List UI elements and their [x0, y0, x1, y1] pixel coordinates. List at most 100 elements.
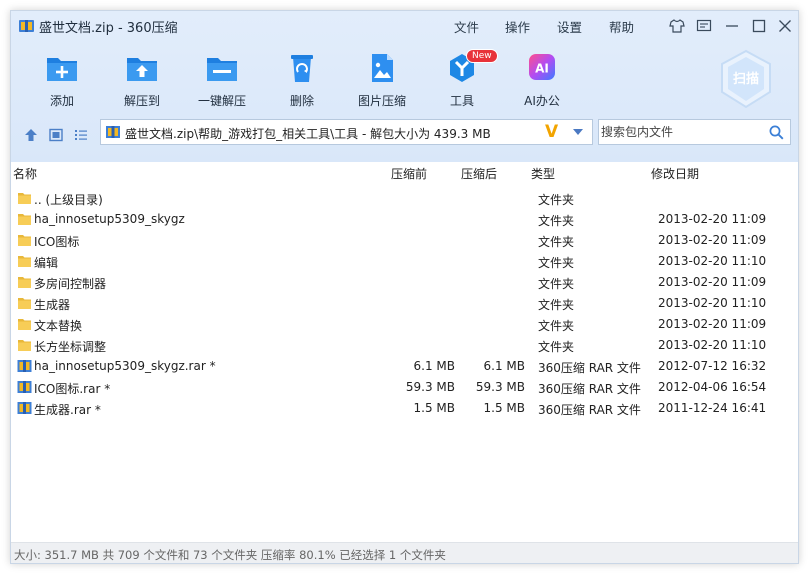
file-name: ha_innosetup5309_skygz — [34, 212, 185, 226]
col-name-header[interactable]: 名称 — [13, 165, 37, 182]
ai-office-button[interactable]: AI AI办公 — [512, 51, 572, 109]
file-name: .. (上级目录) — [34, 193, 103, 207]
one-click-extract-label: 一键解压 — [197, 94, 246, 108]
status-bar: 大小: 351.7 MB 共 709 个文件和 73 个文件夹 压缩率 80.1… — [11, 542, 798, 563]
file-row[interactable]: .. (上级目录) 文件夹 — [11, 188, 798, 209]
add-folder-icon — [47, 58, 77, 81]
file-size-before: 6.1 MB — [413, 359, 455, 373]
file-type: 文件夹 — [538, 235, 575, 249]
path-dropdown-icon[interactable] — [573, 129, 583, 135]
file-date: 2013-02-20 11:09 — [658, 317, 767, 331]
col-date-header[interactable]: 修改日期 — [651, 165, 699, 182]
one-click-extract-icon — [207, 58, 237, 81]
path-text: 盛世文档.zip\帮助_游戏打包_相关工具\工具 - 解包大小为 439.3 M… — [125, 127, 491, 141]
maximize-icon[interactable] — [750, 17, 768, 35]
file-row[interactable]: ha_innosetup5309_skygz.rar * 6.1 MB 6.1 MB… — [11, 356, 798, 377]
ai-icon: AI — [529, 54, 555, 80]
tools-button[interactable]: New 工具 — [432, 49, 498, 109]
file-date: 2013-02-20 11:10 — [658, 296, 767, 310]
file-name: 生成器.rar * — [34, 403, 101, 417]
menu-file[interactable]: 文件 — [454, 17, 479, 36]
file-size-before: 59.3 MB — [405, 380, 455, 394]
header-area: 盛世文档.zip - 360压缩 文件 操作 设置 帮助 添加 解压到 一键解压… — [11, 11, 798, 162]
menu-settings[interactable]: 设置 — [557, 17, 582, 36]
file-row[interactable]: 生成器 文件夹 2013-02-20 11:10 — [11, 293, 798, 314]
col-type-header[interactable]: 类型 — [531, 165, 555, 182]
file-date: 2012-04-06 16:54 — [658, 380, 767, 394]
file-name: ha_innosetup5309_skygz.rar * — [34, 359, 216, 373]
file-type: 文件夹 — [538, 319, 575, 333]
folder-icon — [18, 340, 31, 351]
file-name: 生成器 — [34, 298, 71, 312]
search-input[interactable] — [601, 122, 761, 142]
file-date: 2013-02-20 11:10 — [658, 338, 767, 352]
file-date: 2013-02-20 11:09 — [658, 233, 767, 247]
scan-label: 扫描 — [733, 71, 759, 87]
delete-button[interactable]: 删除 — [272, 51, 332, 109]
add-button[interactable]: 添加 — [32, 51, 92, 109]
col-before-header[interactable]: 压缩前 — [391, 165, 427, 182]
feedback-icon[interactable] — [695, 17, 713, 35]
status-text: 大小: 351.7 MB 共 709 个文件和 73 个文件夹 压缩率 80.1… — [14, 548, 446, 562]
file-name: ICO图标.rar * — [34, 382, 111, 396]
rar-archive-icon — [17, 381, 32, 393]
thumbnail-view-icon[interactable] — [48, 127, 64, 143]
title-bar: 盛世文档.zip - 360压缩 文件 操作 设置 帮助 — [11, 11, 798, 41]
file-date: 2013-02-20 11:09 — [658, 212, 767, 226]
skin-icon[interactable] — [668, 17, 686, 35]
folder-icon — [18, 193, 31, 204]
file-row[interactable]: ICO图标.rar * 59.3 MB 59.3 MB 360压缩 RAR 文件 201… — [11, 377, 798, 398]
file-name: 长方坐标调整 — [34, 340, 107, 354]
col-after-header[interactable]: 压缩后 — [461, 165, 497, 182]
minimize-icon[interactable] — [723, 17, 741, 35]
file-row[interactable]: 文本替换 文件夹 2013-02-20 11:09 — [11, 314, 798, 335]
file-type: 360压缩 RAR 文件 — [538, 361, 641, 375]
search-icon[interactable] — [769, 125, 784, 140]
up-arrow-icon[interactable] — [23, 127, 39, 143]
file-type: 文件夹 — [538, 193, 575, 207]
file-date: 2013-02-20 11:10 — [658, 254, 767, 268]
tools-label: 工具 — [449, 94, 474, 108]
scan-button[interactable]: 扫描 — [719, 49, 773, 109]
file-name: 多房间控制器 — [34, 277, 107, 291]
file-row[interactable]: 生成器.rar * 1.5 MB 1.5 MB 360压缩 RAR 文件 2011-12… — [11, 398, 798, 419]
file-date: 2013-02-20 11:09 — [658, 275, 767, 289]
file-row[interactable]: ha_innosetup5309_skygz 文件夹 2013-02-20 11:0… — [11, 209, 798, 230]
file-type: 文件夹 — [538, 214, 575, 228]
ai-icon-text: AI — [535, 62, 549, 76]
file-size-after: 1.5 MB — [483, 401, 525, 415]
extract-to-label: 解压到 — [123, 94, 160, 108]
extract-to-icon — [127, 58, 157, 81]
file-list: 名称 压缩前 压缩后 类型 修改日期 .. (上级目录) 文件夹 ha_innose… — [11, 162, 798, 542]
menu-help[interactable]: 帮助 — [609, 17, 634, 36]
file-type: 360压缩 RAR 文件 — [538, 403, 641, 417]
folder-icon — [18, 277, 31, 288]
zip-archive-icon — [106, 126, 120, 138]
file-size-after: 59.3 MB — [475, 380, 525, 394]
rar-archive-icon — [17, 402, 32, 414]
recycle-bin-icon — [291, 55, 313, 82]
file-row[interactable]: ICO图标 文件夹 2013-02-20 11:09 — [11, 230, 798, 251]
image-compress-button[interactable]: 图片压缩 — [352, 51, 412, 109]
path-check-mark[interactable]: V — [545, 122, 558, 142]
file-type: 文件夹 — [538, 298, 575, 312]
file-type: 文件夹 — [538, 340, 575, 354]
close-icon[interactable] — [776, 17, 794, 35]
folder-icon — [18, 298, 31, 309]
app-window: 盛世文档.zip - 360压缩 文件 操作 设置 帮助 添加 解压到 一键解压… — [10, 10, 799, 564]
file-type: 360压缩 RAR 文件 — [538, 382, 641, 396]
one-click-extract-button[interactable]: 一键解压 — [192, 51, 252, 109]
file-row[interactable]: 长方坐标调整 文件夹 2013-02-20 11:10 — [11, 335, 798, 356]
file-date: 2012-07-12 16:32 — [658, 359, 767, 373]
file-row[interactable]: 编辑 文件夹 2013-02-20 11:10 — [11, 251, 798, 272]
file-size-after: 6.1 MB — [483, 359, 525, 373]
menu-operation[interactable]: 操作 — [505, 17, 530, 36]
path-bar[interactable]: 盛世文档.zip\帮助_游戏打包_相关工具\工具 - 解包大小为 439.3 M… — [100, 119, 593, 145]
search-box[interactable] — [598, 119, 791, 145]
extract-to-button[interactable]: 解压到 — [112, 51, 172, 109]
file-row[interactable]: 多房间控制器 文件夹 2013-02-20 11:09 — [11, 272, 798, 293]
rar-archive-icon — [17, 360, 32, 372]
list-view-icon[interactable] — [73, 127, 89, 143]
folder-icon — [18, 235, 31, 246]
window-title: 盛世文档.zip - 360压缩 — [39, 21, 178, 36]
